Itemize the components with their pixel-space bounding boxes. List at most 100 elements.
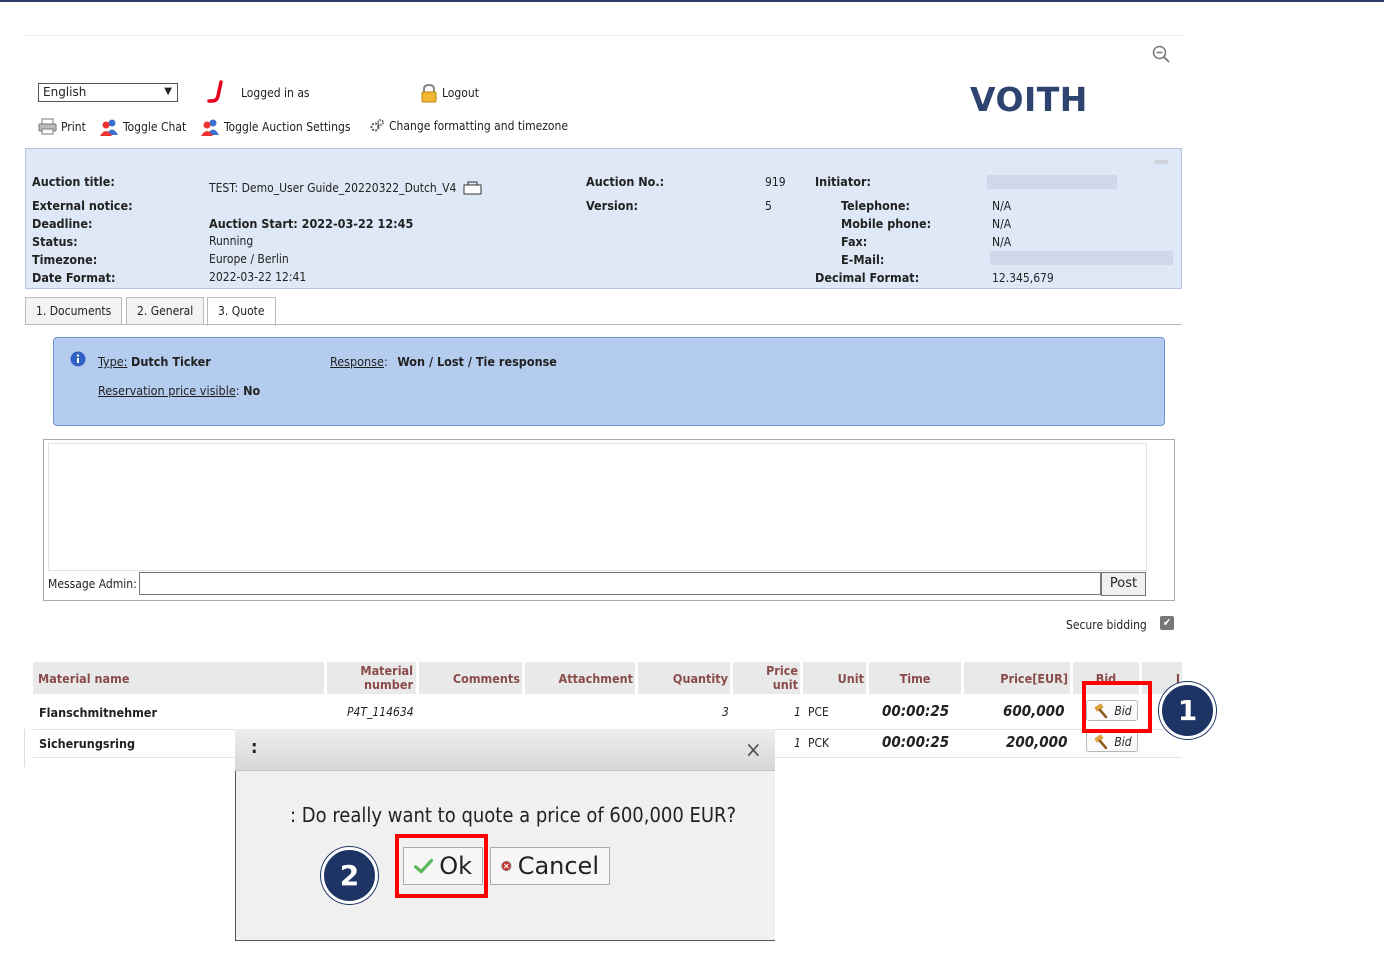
- row2-bid-button[interactable]: Bid: [1086, 731, 1138, 752]
- response-label: Response: [330, 354, 384, 369]
- dialog-message: : Do really want to quote a price of 600…: [290, 803, 737, 827]
- row1-material-name: Flanschmitnehmer: [39, 705, 157, 720]
- col-material-number-line1: Material: [360, 663, 413, 678]
- tab-divider: [25, 324, 1182, 325]
- message-admin-label: Message Admin:: [48, 577, 137, 591]
- highlight-ok-button: [395, 834, 488, 898]
- row1-unit: PCE: [808, 705, 829, 719]
- message-admin-input[interactable]: [139, 572, 1101, 595]
- tab-quote[interactable]: 3. Quote: [207, 297, 276, 326]
- chat-messages-area[interactable]: [48, 443, 1147, 571]
- col-material-number-line2: number: [364, 677, 413, 692]
- version-label: Version:: [586, 198, 638, 213]
- post-button[interactable]: Post: [1101, 572, 1146, 596]
- col-quantity: Quantity: [638, 662, 730, 694]
- col-time: Time: [869, 662, 961, 694]
- voith-logo: VOITH: [970, 80, 1088, 119]
- auction-title: TEST: Demo_User Guide_20220322_Dutch_V4: [209, 180, 483, 195]
- reservation-visibility: Reservation price visible: No: [98, 383, 261, 398]
- change-formatting-label: Change formatting and timezone: [389, 119, 569, 133]
- row1-material-number: P4T_114634: [347, 705, 414, 719]
- toggle-chat-label: Toggle Chat: [123, 120, 187, 134]
- language-select[interactable]: English ▼: [38, 83, 178, 102]
- printer-icon: [38, 118, 57, 135]
- left-edge: [24, 729, 25, 767]
- logout-link[interactable]: Logout: [442, 86, 479, 100]
- telephone-value: N/A: [992, 199, 1012, 213]
- col-attachment: Attachment: [525, 662, 635, 694]
- top-border: [0, 0, 1384, 2]
- toggle-auction-settings-button[interactable]: Toggle Auction Settings: [200, 118, 351, 136]
- col-unit: Unit: [803, 662, 866, 694]
- version-value: 5: [765, 199, 772, 213]
- response-type: Response: Won / Lost / Tie response: [330, 354, 557, 369]
- col-material-number: Material number: [327, 662, 416, 694]
- toggle-auction-settings-label: Toggle Auction Settings: [224, 120, 351, 134]
- zoom-out-icon[interactable]: [1151, 44, 1171, 64]
- telephone-label: Telephone:: [841, 198, 911, 213]
- type-label: Type:: [98, 354, 128, 369]
- auction-no-value: 919: [765, 175, 786, 189]
- gears-icon: [370, 119, 384, 132]
- toggle-chat-button[interactable]: Toggle Chat: [99, 118, 186, 136]
- col-price: Price[EUR]: [964, 662, 1070, 694]
- row2-bid-label: Bid: [1114, 734, 1132, 749]
- timezone-label: Timezone:: [32, 252, 98, 267]
- deadline-label: Deadline:: [32, 216, 93, 231]
- collapse-panel-button[interactable]: [1154, 160, 1168, 164]
- response-value: Won / Lost / Tie response: [397, 354, 557, 369]
- col-material-name: Material name: [33, 662, 324, 694]
- edit-note-icon[interactable]: [463, 180, 483, 195]
- status-value: Running: [209, 234, 254, 248]
- row2-time: 00:00:25: [882, 733, 950, 751]
- col-comments: Comments: [419, 662, 522, 694]
- close-icon[interactable]: ×: [745, 738, 762, 763]
- mobile-phone-value: N/A: [992, 217, 1012, 231]
- print-label: Print: [61, 119, 86, 134]
- deadline-value: Auction Start: 2022-03-22 12:45: [209, 216, 414, 231]
- hammer-icon: [1095, 734, 1108, 749]
- date-format-value: 2022-03-22 12:41: [209, 270, 307, 284]
- header-separator: [24, 35, 1182, 36]
- dialog-header: [235, 729, 775, 771]
- cancel-button[interactable]: Cancel: [490, 847, 610, 885]
- fax-label: Fax:: [841, 234, 868, 249]
- email-redacted: [990, 251, 1173, 265]
- dialog-title: :: [251, 737, 258, 758]
- auction-no-label: Auction No.:: [586, 174, 665, 189]
- row1-price: 600,000: [1003, 702, 1065, 720]
- print-button[interactable]: Print: [38, 118, 86, 135]
- lock-icon[interactable]: [420, 83, 438, 103]
- logged-in-label: Logged in as: [241, 86, 310, 100]
- external-notice-label: External notice:: [32, 198, 133, 213]
- email-label: E-Mail:: [841, 252, 885, 267]
- step-badge-2: 2: [321, 847, 378, 904]
- timezone-value: Europe / Berlin: [209, 252, 289, 266]
- auction-type-notice: [53, 337, 1165, 426]
- row1-quantity: 3: [722, 705, 729, 719]
- reservation-value: No: [243, 383, 261, 398]
- date-format-label: Date Format:: [32, 270, 116, 285]
- tab-documents[interactable]: 1. Documents: [25, 297, 123, 325]
- decimal-format-label: Decimal Format:: [815, 270, 920, 285]
- initiator-label: Initiator:: [815, 174, 872, 189]
- status-label: Status:: [32, 234, 78, 249]
- tab-general[interactable]: 2. General: [126, 297, 205, 325]
- type-value: Dutch Ticker: [131, 354, 211, 369]
- secure-bidding-checkbox[interactable]: ✔: [1160, 616, 1174, 630]
- decimal-format-value: 12.345,679: [992, 271, 1054, 285]
- auction-title-value: TEST: Demo_User Guide_20220322_Dutch_V4: [209, 180, 457, 195]
- row2-price: 200,000: [1006, 733, 1068, 751]
- language-selected-value: English: [43, 85, 87, 99]
- info-icon: [70, 351, 86, 367]
- change-formatting-button[interactable]: Change formatting and timezone: [369, 118, 568, 134]
- initiator-redacted: [987, 175, 1117, 189]
- row1-time: 00:00:25: [882, 702, 950, 720]
- col-price-unit-line1: Price: [766, 663, 798, 678]
- row2-price-unit: 1: [794, 736, 801, 750]
- auction-title-label: Auction title:: [32, 174, 115, 189]
- highlight-bid-button: [1082, 681, 1152, 733]
- secure-bidding-label: Secure bidding: [1066, 618, 1147, 632]
- row1-price-unit: 1: [794, 705, 801, 719]
- cancel-circle-icon: [501, 860, 512, 872]
